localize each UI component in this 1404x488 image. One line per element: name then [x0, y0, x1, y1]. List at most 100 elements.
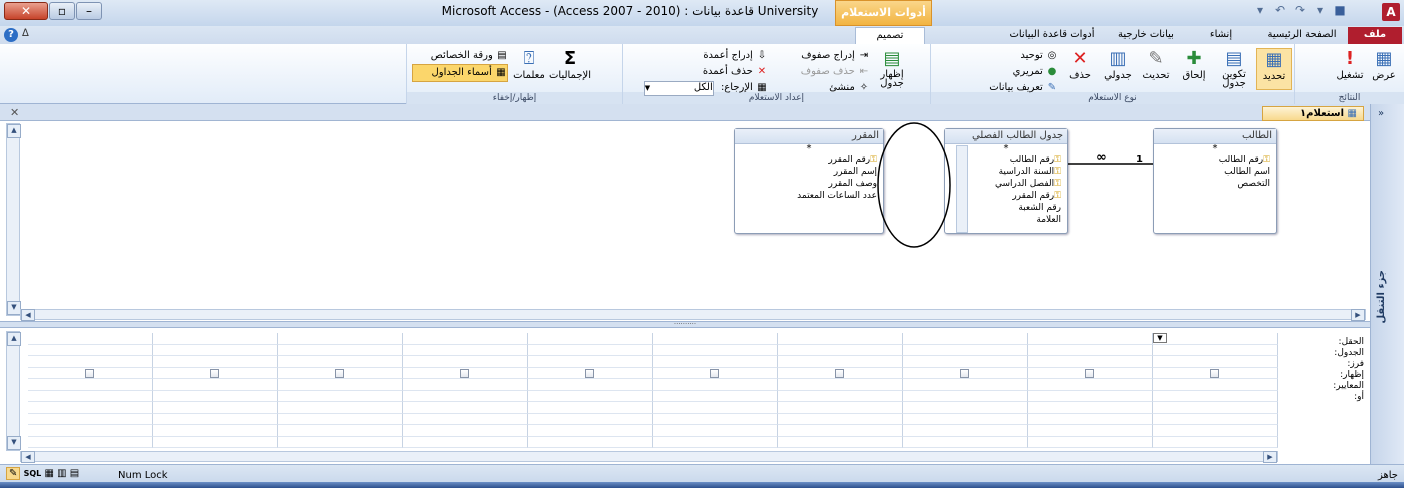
- grid-cell[interactable]: [903, 356, 1028, 368]
- grid-cell[interactable]: [903, 436, 1028, 448]
- grid-cell[interactable]: [278, 379, 403, 391]
- grid-cell[interactable]: [153, 390, 278, 402]
- grid-cell[interactable]: [403, 390, 528, 402]
- scroll-up-icon[interactable]: ▲: [7, 332, 21, 346]
- grid-cell[interactable]: [528, 356, 653, 368]
- grid-cell[interactable]: [153, 379, 278, 391]
- scroll-left-icon[interactable]: ◀: [21, 309, 35, 321]
- grid-cell[interactable]: [153, 436, 278, 448]
- all-fields-star[interactable]: *: [1154, 144, 1276, 154]
- grid-cell[interactable]: [1153, 402, 1278, 414]
- grid-cell[interactable]: [403, 367, 528, 379]
- grid-cell[interactable]: [903, 344, 1028, 356]
- grid-cell[interactable]: [1028, 367, 1153, 379]
- maximize-button[interactable]: ▫: [49, 2, 75, 20]
- table-names-button[interactable]: ▦ أسماء الجداول: [412, 64, 508, 82]
- grid-cell[interactable]: [278, 333, 403, 345]
- grid-cell[interactable]: [153, 425, 278, 437]
- grid-column[interactable]: [653, 333, 778, 451]
- grid-cell[interactable]: [28, 436, 153, 448]
- grid-cell[interactable]: [153, 333, 278, 345]
- field-list-student[interactable]: الطالب * ⚿رقم الطالب اسم الطالب التخصص: [1153, 128, 1277, 234]
- scroll-right-icon[interactable]: ▶: [1263, 451, 1277, 463]
- field-student-name[interactable]: اسم الطالب: [1154, 166, 1276, 178]
- field-student-id[interactable]: ⚿رقم الطالب: [1154, 154, 1276, 166]
- totals-button[interactable]: Σ الإجماليات: [548, 48, 592, 81]
- scroll-down-icon[interactable]: ▼: [7, 436, 21, 450]
- grid-cell[interactable]: [653, 413, 778, 425]
- grid-cell[interactable]: [278, 390, 403, 402]
- scroll-down-icon[interactable]: ▼: [7, 301, 21, 315]
- delete-rows-button[interactable]: ⇤ حذف صفوف: [770, 64, 870, 80]
- grid-cell[interactable]: [278, 356, 403, 368]
- grid-cell[interactable]: [903, 402, 1028, 414]
- grid-cell[interactable]: [403, 344, 528, 356]
- grid-cell[interactable]: [528, 425, 653, 437]
- grid-cell[interactable]: [1153, 390, 1278, 402]
- grid-cell[interactable]: [403, 402, 528, 414]
- grid-cell[interactable]: [1028, 379, 1153, 391]
- grid-cell[interactable]: [903, 379, 1028, 391]
- show-checkbox[interactable]: [85, 368, 94, 378]
- grid-cell[interactable]: [653, 333, 778, 345]
- grid-column[interactable]: [403, 333, 528, 451]
- update-button[interactable]: ✎ تحديث: [1138, 48, 1174, 81]
- field-dropdown-icon[interactable]: ▼: [1153, 333, 1167, 343]
- grid-cell[interactable]: [528, 333, 653, 345]
- grid-cell[interactable]: [278, 413, 403, 425]
- grid-cell[interactable]: [28, 367, 153, 379]
- undo-icon[interactable]: ↶: [1270, 3, 1290, 17]
- grid-cell[interactable]: [653, 356, 778, 368]
- grid-cell[interactable]: [653, 379, 778, 391]
- save-icon[interactable]: ■: [1330, 3, 1350, 17]
- grid-cell[interactable]: ▼: [1153, 333, 1278, 345]
- view-button[interactable]: ▦ عرض: [1368, 48, 1400, 81]
- grid-cell[interactable]: [903, 367, 1028, 379]
- table-pane-hscroll[interactable]: ◀ ▶: [20, 309, 1366, 321]
- grid-cell[interactable]: [1028, 436, 1153, 448]
- grid-cell[interactable]: [653, 436, 778, 448]
- pivottable-view-icon[interactable]: ▦: [44, 468, 53, 479]
- grid-cell[interactable]: [903, 413, 1028, 425]
- datasheet-view-icon[interactable]: ▤: [70, 468, 79, 479]
- grid-column[interactable]: [28, 333, 153, 451]
- grid-cell[interactable]: [403, 413, 528, 425]
- grid-cell[interactable]: [1153, 436, 1278, 448]
- table-pane-vscroll[interactable]: ▲ ▼: [6, 123, 21, 316]
- grid-vscroll[interactable]: ▲ ▼: [6, 331, 21, 451]
- grid-cell[interactable]: [1153, 356, 1278, 368]
- grid-cell[interactable]: [1028, 390, 1153, 402]
- show-checkbox[interactable]: [835, 368, 844, 378]
- grid-cell[interactable]: [28, 402, 153, 414]
- grid-cell[interactable]: [778, 436, 903, 448]
- close-button[interactable]: ✕: [4, 2, 48, 20]
- return-select[interactable]: الكل ▼: [643, 81, 714, 96]
- grid-cell[interactable]: [1153, 413, 1278, 425]
- grid-cell[interactable]: [653, 344, 778, 356]
- grid-cell[interactable]: [1153, 344, 1278, 356]
- grid-cell[interactable]: [28, 413, 153, 425]
- grid-cell[interactable]: [778, 413, 903, 425]
- crosstab-button[interactable]: ▥ جدولي: [1100, 48, 1136, 81]
- make-table-button[interactable]: ▤ تكوين جدول: [1216, 48, 1252, 89]
- query-design-grid[interactable]: ▼: [28, 333, 1278, 451]
- tab-file[interactable]: ملف: [1348, 27, 1402, 44]
- grid-cell[interactable]: [1028, 413, 1153, 425]
- show-checkbox[interactable]: [960, 368, 969, 378]
- grid-cell[interactable]: [528, 436, 653, 448]
- show-checkbox[interactable]: [585, 368, 594, 378]
- data-definition-button[interactable]: ✎ تعريف بيانات: [940, 80, 1058, 96]
- grid-cell[interactable]: [903, 425, 1028, 437]
- grid-column[interactable]: [1028, 333, 1153, 451]
- qat-customize-icon[interactable]: ▾: [1250, 3, 1270, 17]
- grid-cell[interactable]: [528, 379, 653, 391]
- delete-columns-button[interactable]: ✕ حذف أعمدة: [626, 64, 768, 80]
- grid-cell[interactable]: [153, 356, 278, 368]
- grid-cell[interactable]: [778, 379, 903, 391]
- insert-rows-button[interactable]: ⇥ إدراج صفوف: [770, 48, 870, 64]
- grid-cell[interactable]: [778, 390, 903, 402]
- show-checkbox[interactable]: [1210, 368, 1219, 378]
- grid-cell[interactable]: [653, 390, 778, 402]
- grid-column[interactable]: ▼: [1153, 333, 1278, 451]
- grid-cell[interactable]: [403, 333, 528, 345]
